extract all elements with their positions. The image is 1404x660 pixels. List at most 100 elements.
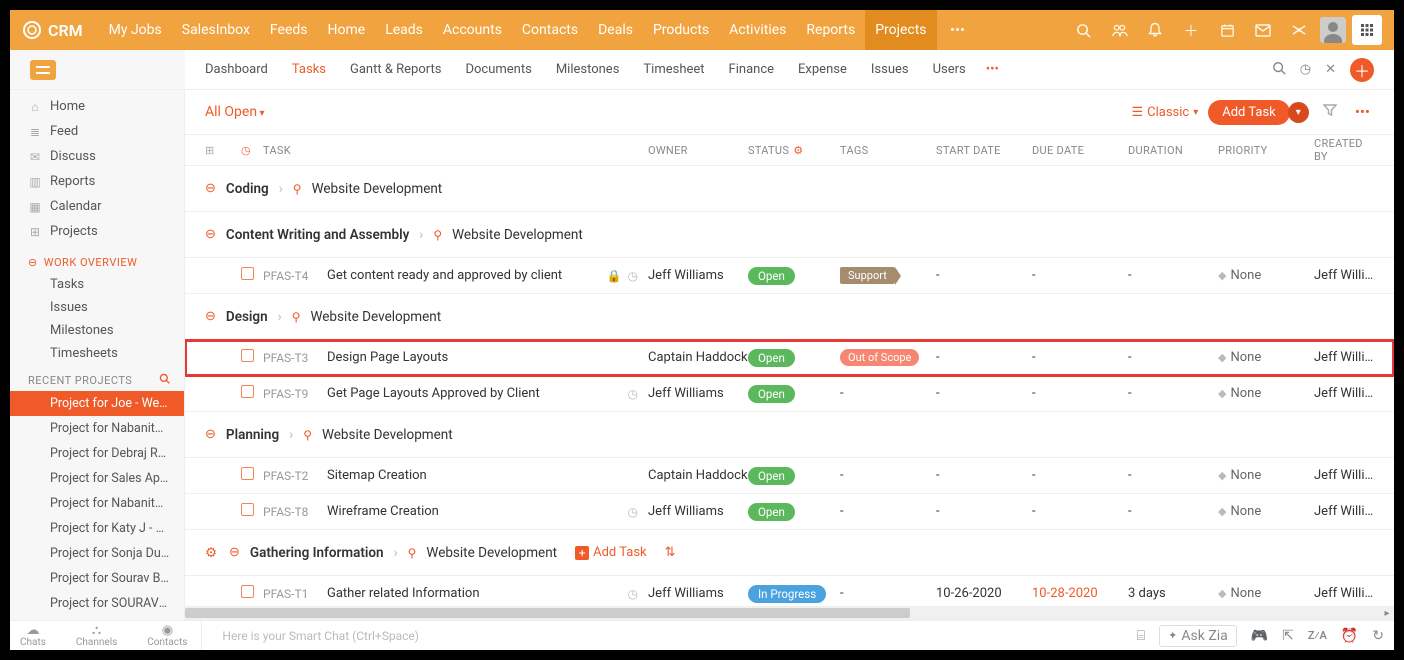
sidebar-item-discuss[interactable]: ✉Discuss <box>10 144 184 169</box>
cast-icon[interactable]: ⌸ <box>1137 628 1145 644</box>
add-task-button[interactable]: Add Task <box>1208 100 1290 125</box>
topnav-activities[interactable]: Activities <box>719 10 796 50</box>
recent-project[interactable]: Project for Sourav Bane <box>10 566 184 591</box>
status-pill[interactable]: Open <box>748 385 795 403</box>
subnav-expense[interactable]: Expense <box>798 62 847 77</box>
topnav-products[interactable]: Products <box>643 10 719 50</box>
subnav-finance[interactable]: Finance <box>729 62 774 77</box>
more-menu-icon[interactable]: ••• <box>943 15 973 45</box>
create-new-button[interactable]: ＋ <box>1350 58 1374 82</box>
status-settings-icon[interactable]: ⚙ <box>793 144 803 157</box>
task-priority[interactable]: None <box>1218 386 1314 401</box>
tools-icon[interactable]: ✕ <box>1325 62 1336 77</box>
sort-icon[interactable]: ⇅ <box>665 545 676 560</box>
task-group[interactable]: ⊖Content Writing and Assembly›⚲Website D… <box>185 212 1394 258</box>
task-created-by[interactable]: Jeff William <box>1314 350 1374 365</box>
scroll-right-icon[interactable]: ▸ <box>1380 606 1394 620</box>
task-priority[interactable]: None <box>1218 586 1314 601</box>
task-priority[interactable]: None <box>1218 268 1314 283</box>
gamepad-icon[interactable]: 🎮 <box>1251 628 1268 644</box>
za-icon[interactable]: Z⁄A <box>1308 629 1327 642</box>
task-owner[interactable]: Jeff Williams <box>648 268 748 283</box>
recent-search-icon[interactable] <box>159 373 170 387</box>
module-icon[interactable] <box>30 60 56 80</box>
task-start[interactable]: - <box>936 350 1032 365</box>
recent-project[interactable]: Project for Nabanita Na <box>10 491 184 516</box>
col-priority[interactable]: PRIORITY <box>1218 144 1314 157</box>
task-duration[interactable]: - <box>1128 268 1218 283</box>
topnav-projects[interactable]: Projects <box>865 10 936 50</box>
footer-contacts[interactable]: ◉Contacts <box>147 624 187 648</box>
topnav-leads[interactable]: Leads <box>375 10 433 50</box>
user-avatar[interactable] <box>1320 17 1346 43</box>
sidebar-item-feed[interactable]: ≣Feed <box>10 119 184 144</box>
sidebar-item-home[interactable]: ⌂Home <box>10 94 184 119</box>
task-tags[interactable]: Support <box>840 267 936 284</box>
task-checkbox[interactable] <box>241 503 254 516</box>
collapse-group-icon[interactable]: ⊖ <box>205 427 216 442</box>
subnav-documents[interactable]: Documents <box>465 62 531 77</box>
col-status[interactable]: STATUS⚙ <box>748 144 840 157</box>
collapse-group-icon[interactable]: ⊖ <box>205 181 216 196</box>
sidebar-work-issues[interactable]: Issues <box>10 296 184 319</box>
task-checkbox[interactable] <box>241 267 254 280</box>
add-task-dropdown[interactable]: ▾ <box>1288 102 1309 123</box>
collapse-group-icon[interactable]: ⊖ <box>229 545 240 560</box>
task-created-by[interactable]: Jeff William <box>1314 586 1374 601</box>
sidebar-item-reports[interactable]: ▥Reports <box>10 169 184 194</box>
subnav-search-icon[interactable] <box>1272 61 1286 79</box>
status-pill[interactable]: Open <box>748 349 795 367</box>
alarm-icon[interactable]: ⏰ <box>1341 628 1358 644</box>
col-tags[interactable]: TAGS <box>840 144 936 157</box>
mail-icon[interactable] <box>1248 15 1278 45</box>
col-owner[interactable]: OWNER <box>648 144 748 157</box>
subnav-more-icon[interactable]: ••• <box>986 62 999 77</box>
filter-dropdown[interactable]: All Open <box>205 104 265 120</box>
task-owner[interactable]: Jeff Williams <box>648 586 748 601</box>
task-name[interactable]: Gather related Information <box>327 586 480 601</box>
task-checkbox[interactable] <box>241 467 254 480</box>
status-pill[interactable]: Open <box>748 467 795 485</box>
topnav-reports[interactable]: Reports <box>796 10 865 50</box>
sidebar-work-milestones[interactable]: Milestones <box>10 319 184 342</box>
recent-project[interactable]: Project for Nabanita Na <box>10 416 184 441</box>
task-checkbox[interactable] <box>241 385 254 398</box>
topnav-feeds[interactable]: Feeds <box>260 10 318 50</box>
filter-icon[interactable] <box>1319 103 1341 121</box>
task-due[interactable]: - <box>1032 468 1128 483</box>
horizontal-scrollbar[interactable]: ◂ ▸ <box>185 606 1394 620</box>
task-created-by[interactable]: Jeff William <box>1314 268 1374 283</box>
recent-project[interactable]: Project for Sales Aptwa <box>10 466 184 491</box>
task-row[interactable]: PFAS-T4Get content ready and approved by… <box>185 258 1394 294</box>
sidebar-item-projects[interactable]: ⊞Projects <box>10 219 184 244</box>
col-due[interactable]: DUE DATE <box>1032 144 1128 157</box>
group-project[interactable]: Website Development <box>452 227 583 243</box>
topnav-deals[interactable]: Deals <box>588 10 643 50</box>
recent-project[interactable]: Project for Debraj Ray - <box>10 441 184 466</box>
subnav-dashboard[interactable]: Dashboard <box>205 62 268 77</box>
collapse-group-icon[interactable]: ⊖ <box>205 227 216 242</box>
task-priority[interactable]: None <box>1218 350 1314 365</box>
task-owner[interactable]: Jeff Williams <box>648 386 748 401</box>
recent-project[interactable]: Project for Katy J - Wel <box>10 516 184 541</box>
subnav-gantt-reports[interactable]: Gantt & Reports <box>350 62 441 77</box>
sidebar-section-work[interactable]: ⊖ WORK OVERVIEW <box>10 248 184 273</box>
calendar-icon[interactable] <box>1212 15 1242 45</box>
col-task[interactable]: TASK <box>263 144 648 157</box>
gear-icon[interactable]: ⚙ <box>205 545 219 561</box>
task-due[interactable]: - <box>1032 350 1128 365</box>
task-row[interactable]: PFAS-T2Sitemap CreationCaptain HaddockOp… <box>185 458 1394 494</box>
task-row[interactable]: PFAS-T9Get Page Layouts Approved by Clie… <box>185 376 1394 412</box>
task-name[interactable]: Sitemap Creation <box>327 468 427 483</box>
add-task-inline[interactable]: Add Task <box>575 545 647 560</box>
add-icon[interactable]: ＋ <box>1176 15 1206 45</box>
history-icon[interactable]: ↻ <box>1372 628 1384 644</box>
task-due[interactable]: 10-28-2020 <box>1032 586 1128 601</box>
recent-project[interactable]: Project for SOURAV GO <box>10 591 184 616</box>
ask-zia-button[interactable]: ✦ Ask Zia <box>1159 625 1237 647</box>
task-group[interactable]: ⊖Coding›⚲Website Development <box>185 166 1394 212</box>
group-project[interactable]: Website Development <box>426 545 557 561</box>
sidebar-item-calendar[interactable]: ▦Calendar <box>10 194 184 219</box>
contacts-icon[interactable] <box>1104 15 1134 45</box>
task-duration[interactable]: 3 days <box>1128 586 1218 601</box>
